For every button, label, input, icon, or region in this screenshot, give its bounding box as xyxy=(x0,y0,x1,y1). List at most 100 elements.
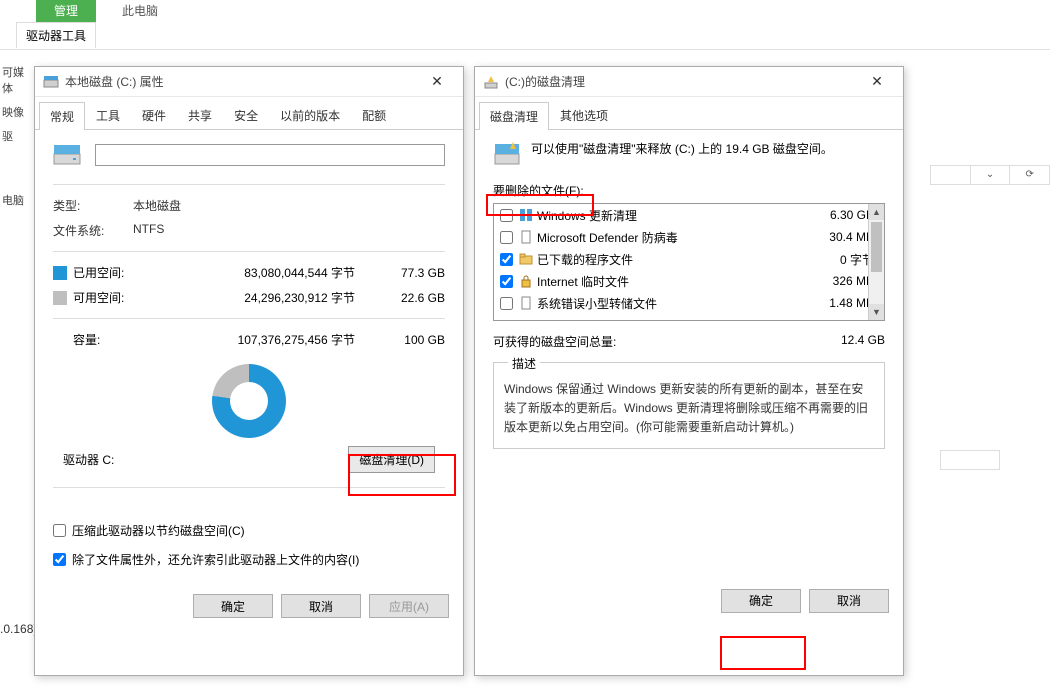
leftstrip-item: 驱 xyxy=(0,124,30,148)
fs-label: 文件系统: xyxy=(53,222,133,239)
leftstrip-item: 可媒体 xyxy=(0,60,30,100)
ribbon-subtab-drivetools[interactable]: 驱动器工具 xyxy=(16,22,96,48)
tab-security[interactable]: 安全 xyxy=(223,101,269,129)
type-label: 类型: xyxy=(53,197,133,214)
properties-tabs: 常规 工具 硬件 共享 安全 以前的版本 配额 xyxy=(35,101,463,130)
index-checkbox-row[interactable]: 除了文件属性外，还允许索引此驱动器上文件的内容(I) xyxy=(53,545,445,574)
tab-prevversions[interactable]: 以前的版本 xyxy=(269,101,351,129)
scroll-thumb[interactable] xyxy=(871,222,882,272)
ribbon: 管理 此电脑 驱动器工具 xyxy=(0,0,1050,50)
file-type-icon xyxy=(519,252,533,266)
cleanup-icon xyxy=(483,74,499,90)
tab-sharing[interactable]: 共享 xyxy=(177,101,223,129)
properties-dialog: 本地磁盘 (C:) 属性 ✕ 常规 工具 硬件 共享 安全 以前的版本 配额 类… xyxy=(34,66,464,676)
tab-cleanup-main[interactable]: 磁盘清理 xyxy=(479,102,549,130)
bg-panel: ⌄ ⟳ xyxy=(930,165,1050,185)
cancel-button[interactable]: 取消 xyxy=(809,589,889,613)
used-label: 已用空间: xyxy=(73,264,149,281)
gain-label: 可获得的磁盘空间总量: xyxy=(493,333,616,350)
file-name: Windows 更新清理 xyxy=(537,207,808,224)
cleanup-body: 可以使用"磁盘清理"来释放 (C:) 上的 19.4 GB 磁盘空间。 要删除的… xyxy=(475,130,903,579)
file-checkbox[interactable] xyxy=(500,231,513,244)
disk-cleanup-button[interactable]: 磁盘清理(D) xyxy=(348,446,435,473)
compress-checkbox[interactable] xyxy=(53,524,66,537)
free-gb: 22.6 GB xyxy=(385,291,445,305)
left-strip: 可媒体 映像 驱 电脑 xyxy=(0,60,30,698)
drive-label: 驱动器 C: xyxy=(63,451,114,468)
drive-name-input[interactable] xyxy=(95,144,445,166)
tab-general[interactable]: 常规 xyxy=(39,102,85,130)
file-list-item[interactable]: 系统错误小型转储文件1.48 MB xyxy=(494,292,884,314)
description-fieldset: 描述 Windows 保留通过 Windows 更新安装的所有更新的副本，甚至在… xyxy=(493,362,885,449)
tab-quota[interactable]: 配额 xyxy=(351,101,397,129)
files-list[interactable]: Windows 更新清理6.30 GBMicrosoft Defender 防病… xyxy=(493,203,885,321)
file-list-item[interactable]: Windows 更新清理6.30 GB xyxy=(494,204,884,226)
type-value: 本地磁盘 xyxy=(133,197,181,214)
cleanup-tabs: 磁盘清理 其他选项 xyxy=(475,101,903,130)
tab-cleanup-other[interactable]: 其他选项 xyxy=(549,101,619,129)
leftstrip-item: 映像 xyxy=(0,100,30,124)
file-type-icon xyxy=(519,274,533,288)
gain-value: 12.4 GB xyxy=(841,333,885,350)
file-checkbox[interactable] xyxy=(500,275,513,288)
apply-button[interactable]: 应用(A) xyxy=(369,594,449,618)
properties-body: 类型:本地磁盘 文件系统:NTFS 已用空间: 83,080,044,544 字… xyxy=(35,130,463,584)
ribbon-tab-thispc[interactable]: 此电脑 xyxy=(110,0,170,22)
bg-seg[interactable] xyxy=(931,166,970,184)
scroll-up-icon[interactable]: ▲ xyxy=(869,204,884,220)
free-bytes: 24,296,230,912 字节 xyxy=(149,289,385,306)
capacity-gb: 100 GB xyxy=(385,333,445,347)
ok-button[interactable]: 确定 xyxy=(193,594,273,618)
ribbon-tab-manage[interactable]: 管理 xyxy=(36,0,96,22)
properties-buttons: 确定 取消 应用(A) xyxy=(35,584,463,628)
drive-icon xyxy=(43,74,59,90)
refresh-icon[interactable]: ⟳ xyxy=(1009,166,1049,184)
file-type-icon xyxy=(519,208,533,222)
files-to-delete-label: 要删除的文件(F): xyxy=(493,182,584,199)
index-checkbox[interactable] xyxy=(53,553,66,566)
description-legend: 描述 xyxy=(508,355,540,372)
chevron-down-icon[interactable]: ⌄ xyxy=(970,166,1010,184)
file-list-item[interactable]: Internet 临时文件326 MB xyxy=(494,270,884,292)
file-checkbox[interactable] xyxy=(500,253,513,266)
properties-title: 本地磁盘 (C:) 属性 xyxy=(65,73,419,90)
cleanup-summary: 可以使用"磁盘清理"来释放 (C:) 上的 19.4 GB 磁盘空间。 xyxy=(531,140,833,157)
compress-label: 压缩此驱动器以节约磁盘空间(C) xyxy=(72,522,245,539)
free-swatch xyxy=(53,291,67,305)
file-list-item[interactable]: 已下载的程序文件0 字节 xyxy=(494,248,884,270)
description-text: Windows 保留通过 Windows 更新安装的所有更新的副本，甚至在安装了… xyxy=(504,380,874,438)
file-list-item[interactable]: Microsoft Defender 防病毒30.4 MB xyxy=(494,226,884,248)
disk-usage-donut xyxy=(212,364,286,438)
file-name: Microsoft Defender 防病毒 xyxy=(537,229,808,246)
tab-tools[interactable]: 工具 xyxy=(85,101,131,129)
used-gb: 77.3 GB xyxy=(385,266,445,280)
cancel-button[interactable]: 取消 xyxy=(281,594,361,618)
leftstrip-item: 电脑 xyxy=(0,188,30,212)
compress-checkbox-row[interactable]: 压缩此驱动器以节约磁盘空间(C) xyxy=(53,516,445,545)
close-icon[interactable]: ✕ xyxy=(419,73,455,90)
drive-brush-icon xyxy=(493,140,521,168)
file-name: 系统错误小型转储文件 xyxy=(537,295,808,312)
fs-value: NTFS xyxy=(133,222,164,239)
ok-button[interactable]: 确定 xyxy=(721,589,801,613)
file-type-icon xyxy=(519,296,533,310)
capacity-label: 容量: xyxy=(73,331,149,348)
scroll-down-icon[interactable]: ▼ xyxy=(869,304,884,320)
file-name: 已下载的程序文件 xyxy=(537,251,808,268)
cleanup-buttons: 确定 取消 xyxy=(475,579,903,623)
free-label: 可用空间: xyxy=(73,289,149,306)
capacity-bytes: 107,376,275,456 字节 xyxy=(149,331,385,348)
close-icon[interactable]: ✕ xyxy=(859,73,895,90)
drive-icon xyxy=(53,144,81,166)
index-label: 除了文件属性外，还允许索引此驱动器上文件的内容(I) xyxy=(72,551,359,568)
cleanup-titlebar: (C:)的磁盘清理 ✕ xyxy=(475,67,903,97)
file-type-icon xyxy=(519,230,533,244)
file-checkbox[interactable] xyxy=(500,297,513,310)
file-name: Internet 临时文件 xyxy=(537,273,808,290)
tab-hardware[interactable]: 硬件 xyxy=(131,101,177,129)
properties-titlebar: 本地磁盘 (C:) 属性 ✕ xyxy=(35,67,463,97)
scrollbar[interactable]: ▲ ▼ xyxy=(868,204,884,320)
used-bytes: 83,080,044,544 字节 xyxy=(149,264,385,281)
file-checkbox[interactable] xyxy=(500,209,513,222)
cleanup-dialog: (C:)的磁盘清理 ✕ 磁盘清理 其他选项 可以使用"磁盘清理"来释放 (C:)… xyxy=(474,66,904,676)
